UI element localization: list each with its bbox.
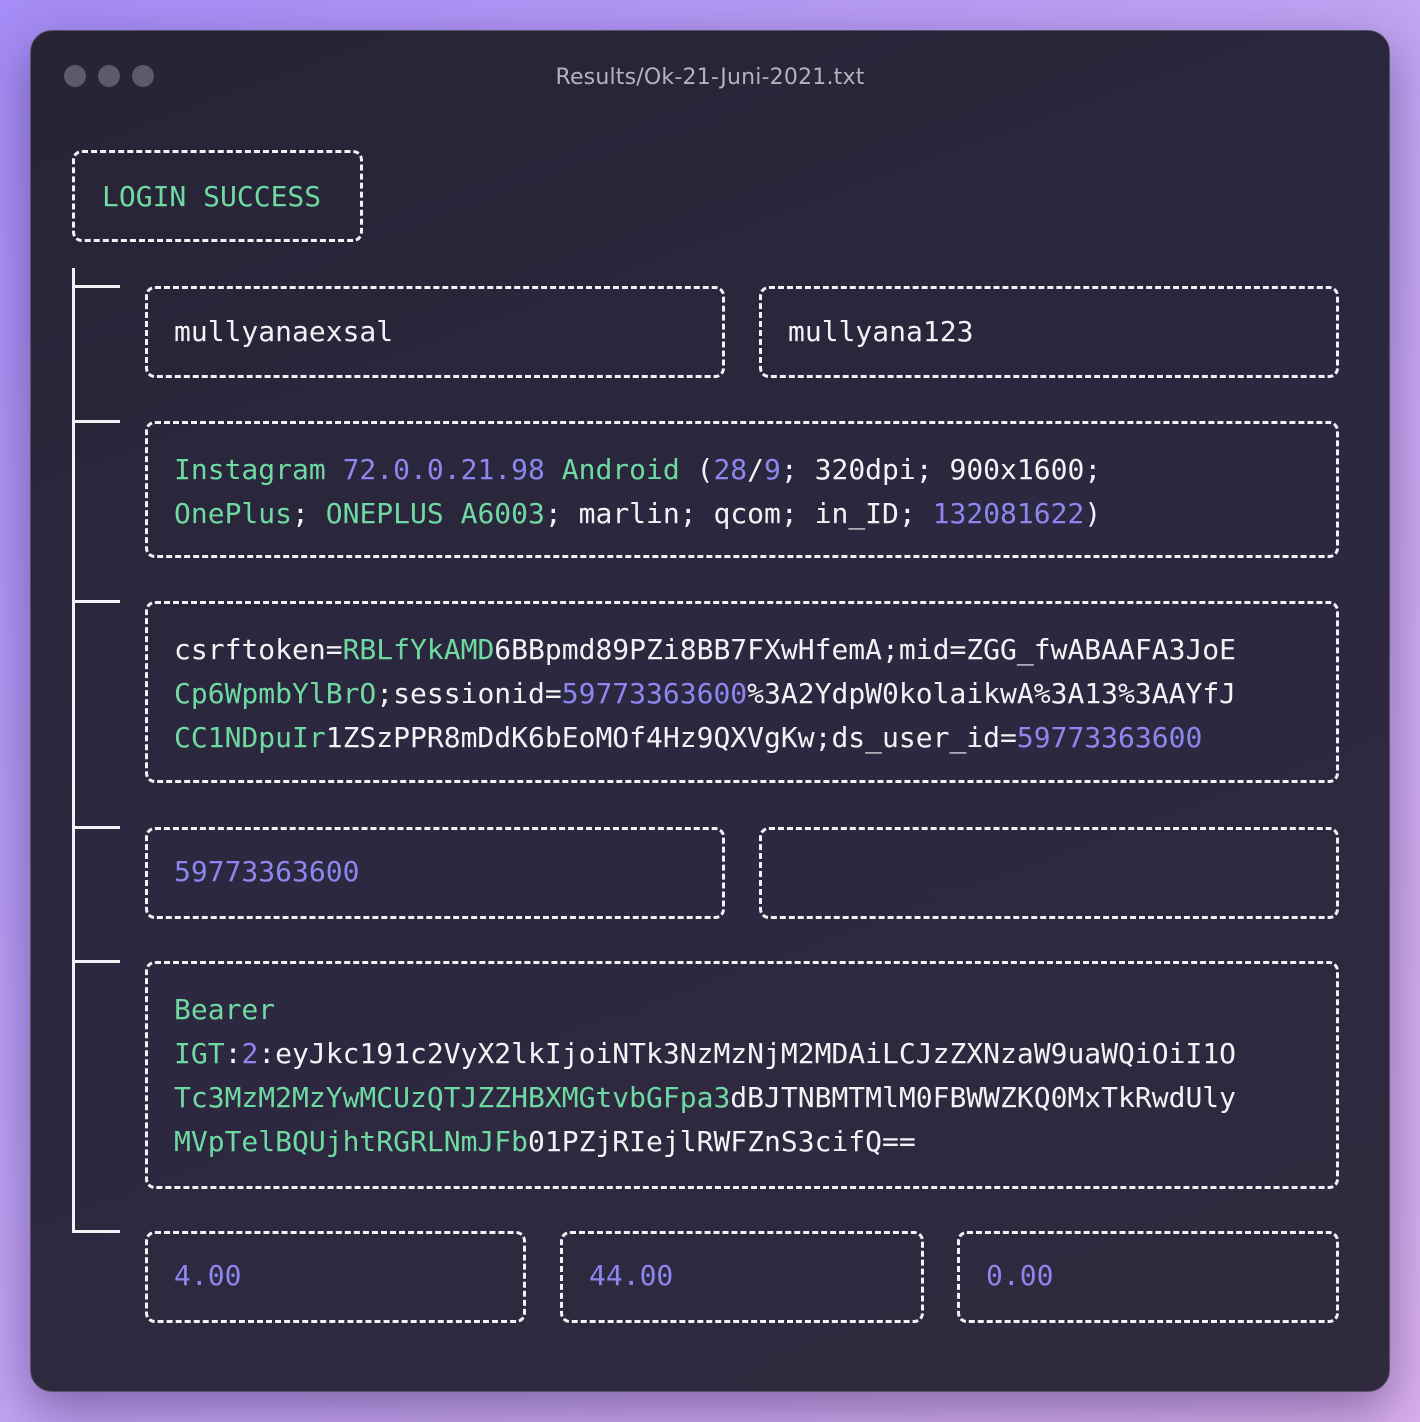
user-agent-line: OnePlus; ONEPLUS A6003; marlin; qcom; in… xyxy=(174,492,1318,536)
text-segment: ONEPLUS A6003 xyxy=(325,497,545,530)
bearer-line: Bearer xyxy=(174,988,1318,1032)
bearer-line: IGT:2:eyJkc191c2VyX2lkIjoiNTk3NzMzNjM2MD… xyxy=(174,1032,1318,1076)
text-segment: 2 xyxy=(241,1037,259,1070)
text-segment: ( xyxy=(696,453,714,486)
text-segment: ; 320dpi; 900x1600; xyxy=(780,453,1102,486)
text-segment: Bearer xyxy=(174,993,276,1026)
text-segment: :eyJkc191c2VyX2lkIjoiNTk3NzMzNjM2MDAiLCJ… xyxy=(258,1037,1237,1070)
text-segment: CC1NDpuIr xyxy=(174,721,326,754)
cookie-line: CC1NDpuIr1ZSzPPR8mDdK6bEoMOf4Hz9QXVgKw;d… xyxy=(174,716,1318,760)
cookie-line: Cp6WpmbYlBrO;sessionid=59773363600%3A2Yd… xyxy=(174,672,1318,716)
user-agent-line: Instagram 72.0.0.21.98 Android (28/9; 32… xyxy=(174,448,1318,492)
text-segment: 28 xyxy=(713,453,748,486)
cookie-box: csrftoken=RBLfYkAMD6BBpmd89PZi8BB7FXwHfe… xyxy=(145,601,1339,783)
text-segment: ) xyxy=(1084,497,1102,530)
terminal-window: Results/Ok-21-Juni-2021.txt LOGIN SUCCES… xyxy=(30,30,1390,1392)
text-segment: / xyxy=(747,453,765,486)
text-segment: 59773363600 xyxy=(561,677,748,710)
text-segment: dBJTNBMTMlM0FBWWZKQ0MxTkRwdUly xyxy=(730,1081,1237,1114)
text-segment: ;sessionid= xyxy=(376,677,562,710)
login-status-box: LOGIN SUCCESS xyxy=(72,150,363,242)
text-segment: 01PZjRIejlRWFZnS3cifQ== xyxy=(528,1125,916,1158)
stat-value-3: 0.00 xyxy=(986,1259,1054,1292)
user-id-field: 59773363600 xyxy=(145,827,725,919)
text-segment: 132081622 xyxy=(932,497,1085,530)
window-title: Results/Ok-21-Juni-2021.txt xyxy=(555,65,865,90)
text-segment: ; marlin; qcom; in_ID; xyxy=(544,497,933,530)
password-field: mullyana123 xyxy=(759,286,1339,378)
text-segment: Android xyxy=(561,453,697,486)
text-segment: csrftoken= xyxy=(174,633,343,666)
stat-value-1: 4.00 xyxy=(174,1259,242,1292)
user-id-value: 59773363600 xyxy=(174,855,360,888)
stat-box-3: 0.00 xyxy=(957,1231,1339,1323)
empty-field xyxy=(759,827,1339,919)
stat-box-1: 4.00 xyxy=(145,1231,526,1323)
text-segment: 9 xyxy=(764,453,781,486)
text-segment: 59773363600 xyxy=(1016,721,1203,754)
text-segment: 72.0.0.21.98 xyxy=(342,453,562,486)
login-status-label: LOGIN SUCCESS xyxy=(102,180,322,213)
text-segment: 1ZSzPPR8mDdK6bEoMOf4Hz9QXVgKw;ds_user_id… xyxy=(325,721,1017,754)
password-value: mullyana123 xyxy=(788,315,974,348)
text-segment: OnePlus xyxy=(174,497,293,530)
bearer-line: MVpTelBQUjhtRGRLNmJFb01PZjRIejlRWFZnS3ci… xyxy=(174,1120,1318,1164)
user-agent-box: Instagram 72.0.0.21.98 Android (28/9; 32… xyxy=(145,421,1339,558)
stat-box-2: 44.00 xyxy=(560,1231,924,1323)
text-segment: MVpTelBQUjhtRGRLNmJFb xyxy=(174,1125,529,1158)
bearer-line: Tc3MzM2MzYwMCUzQTJZZHBXMGtvbGFpa3dBJTNBM… xyxy=(174,1076,1318,1120)
text-segment: Instagram xyxy=(174,453,343,486)
stat-value-2: 44.00 xyxy=(589,1259,674,1292)
text-segment: RBLfYkAMD xyxy=(342,633,495,666)
username-value: mullyanaexsal xyxy=(174,315,394,348)
cookie-line: csrftoken=RBLfYkAMD6BBpmd89PZi8BB7FXwHfe… xyxy=(174,628,1318,672)
text-segment: Tc3MzM2MzYwMCUzQTJZZHBXMGtvbGFpa3 xyxy=(174,1081,731,1114)
text-segment: ; xyxy=(292,497,326,530)
text-segment: Cp6WpmbYlBrO xyxy=(174,677,377,710)
text-segment: IGT xyxy=(174,1037,225,1070)
text-segment: %3A2YdpW0kolaikwA%3A13%3AAYfJ xyxy=(747,677,1237,710)
text-segment: : xyxy=(224,1037,242,1070)
text-segment: 6BBpmd89PZi8BB7FXwHfemA;mid=ZGG_fwABAAFA… xyxy=(494,633,1237,666)
username-field: mullyanaexsal xyxy=(145,286,725,378)
bearer-token-box: Bearer IGT:2:eyJkc191c2VyX2lkIjoiNTk3NzM… xyxy=(145,961,1339,1189)
